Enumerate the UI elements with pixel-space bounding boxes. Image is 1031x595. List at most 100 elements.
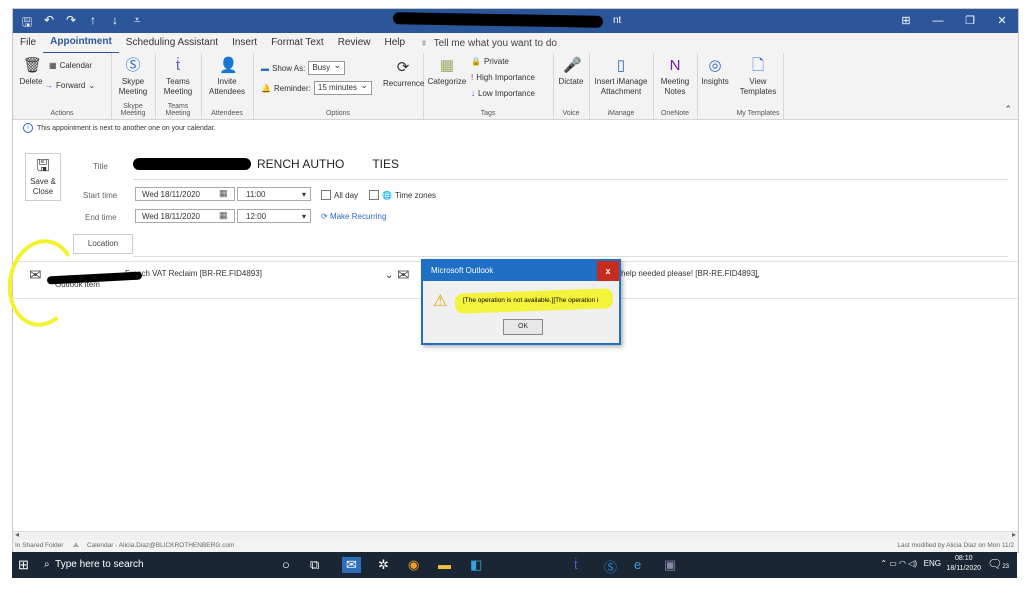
chevron-down-icon[interactable]: ⌄ xyxy=(753,270,761,281)
undo-icon[interactable]: ↶ xyxy=(43,13,55,34)
edge-icon[interactable]: e xyxy=(634,557,641,572)
dialog-close-button[interactable]: x xyxy=(597,261,619,281)
tab-scheduling-assistant[interactable]: Scheduling Assistant xyxy=(119,33,225,53)
teams-meeting-button[interactable]: ṫ Teams Meeting xyxy=(159,57,197,97)
attachment-item[interactable]: ✉ French VAT Reclaim [BR-RE.FID4893] Out… xyxy=(29,266,399,289)
recurrence-button[interactable]: ⟳ Recurrence xyxy=(383,59,425,89)
save-close-icon: 🖫 xyxy=(36,158,50,175)
envelope-icon: ✉ xyxy=(397,267,410,284)
reminder-select[interactable]: 15 minutes xyxy=(313,79,373,95)
language-indicator[interactable]: ENG xyxy=(924,559,941,568)
system-tray-icons[interactable]: ⌃ ▭ ◠ ◁) xyxy=(880,559,917,568)
make-recurring-link[interactable]: ⟳ Make Recurring xyxy=(321,212,386,221)
insights-label: Insights xyxy=(701,77,729,86)
tab-file[interactable]: File xyxy=(13,33,43,53)
trash-icon: 🗑 xyxy=(23,57,43,74)
group-insights: ◎ Insights xyxy=(697,53,733,119)
up-arrow-icon[interactable]: ↑ xyxy=(87,13,99,34)
tab-appointment[interactable]: Appointment xyxy=(43,32,119,54)
group-label-skype: Skype Meeting xyxy=(120,103,146,117)
start-time-field[interactable]: 11:00 xyxy=(237,187,311,202)
tab-format-text[interactable]: Format Text xyxy=(264,33,331,53)
skype-meeting-button[interactable]: Ⓢ Skype Meeting xyxy=(115,57,151,97)
restore-button[interactable]: ❐ xyxy=(954,9,986,33)
windows-start-icon[interactable]: ⊞ xyxy=(18,557,29,573)
task-view-icon[interactable]: ⧉ xyxy=(310,557,319,573)
microphone-icon: 🎤 xyxy=(563,57,582,74)
scroll-right-icon[interactable]: ▸ xyxy=(1012,530,1016,539)
close-button[interactable]: ✕ xyxy=(986,9,1018,33)
file-explorer-icon[interactable]: ▬ xyxy=(438,557,451,572)
end-time-field[interactable]: 12:00 xyxy=(237,209,311,224)
notification-icon[interactable]: 🗨23 xyxy=(987,557,1009,571)
dialog-title: Microsoft Outlook xyxy=(423,261,619,281)
skype-taskbar-icon[interactable]: Ⓢ xyxy=(604,557,617,576)
group-teams: ṫ Teams Meeting Teams Meeting xyxy=(155,53,202,119)
group-label-tags: Tags xyxy=(480,110,496,117)
save-icon[interactable]: 🖫 xyxy=(21,13,33,34)
taskbar: ⊞ ⌕ Type here to search ○ ⧉ ✉ ✲ ◉ ▬ ◧ ṫ … xyxy=(12,552,1017,578)
teams-taskbar-icon[interactable]: ṫ xyxy=(574,557,578,572)
private-label: Private xyxy=(483,57,509,66)
categorize-button[interactable]: ▦ Categorize xyxy=(427,57,467,87)
low-importance-button[interactable]: ↓ Low Importance xyxy=(471,89,535,98)
high-importance-button[interactable]: ! High Importance xyxy=(471,73,535,82)
lock-icon: 🔒 xyxy=(471,57,481,66)
show-as-icon: ▬ xyxy=(261,63,269,73)
taskbar-search[interactable]: ⌕ Type here to search xyxy=(44,556,264,574)
app-icon[interactable]: ◧ xyxy=(470,557,482,573)
customize-icon[interactable]: ⩡ xyxy=(131,13,143,34)
calendar-picker-icon[interactable]: ▦ xyxy=(219,210,228,221)
scroll-left-icon[interactable]: ◂ xyxy=(15,530,19,539)
horizontal-scrollbar[interactable]: ◂ ▸ xyxy=(13,530,1018,540)
tab-review[interactable]: Review xyxy=(331,33,378,53)
collapse-ribbon-icon[interactable]: ⌃ xyxy=(1004,104,1012,115)
add-person-icon: 👤 xyxy=(219,57,238,74)
dictate-label: Dictate xyxy=(558,77,584,86)
app-icon[interactable]: ✲ xyxy=(378,557,389,573)
recurrence-label: Recurrence xyxy=(383,79,425,88)
invite-attendees-button[interactable]: 👤 Invite Attendees xyxy=(207,57,247,97)
show-as-select[interactable]: Busy xyxy=(308,59,346,75)
location-button[interactable]: Location xyxy=(73,234,133,254)
make-recurring-label: Make Recurring xyxy=(329,212,387,221)
calendar-button[interactable]: ▦ Calendar xyxy=(49,61,92,70)
down-arrow-icon[interactable]: ↓ xyxy=(109,13,121,34)
dialog-message: [The operation is not available.][The op… xyxy=(463,297,599,304)
ok-button[interactable]: OK xyxy=(503,319,543,335)
insights-button[interactable]: ◎ Insights xyxy=(699,57,731,87)
save-close-label: Save & Close xyxy=(30,177,56,196)
redaction-mark xyxy=(133,158,251,170)
all-day-checkbox[interactable]: All day xyxy=(321,190,358,200)
info-message: This appointment is next to another one … xyxy=(37,124,216,132)
tab-insert[interactable]: Insert xyxy=(225,33,264,53)
forward-button[interactable]: → Forward ⌄ xyxy=(45,81,95,90)
private-button[interactable]: 🔒 Private xyxy=(471,57,509,66)
title-tail: TIES xyxy=(372,157,400,171)
title-bar: 🖫 ↶ ↷ ↑ ↓ ⩡ nt ⊞ — ❐ ✕ xyxy=(13,9,1018,33)
time-zones-checkbox[interactable]: 🌐 Time zones xyxy=(369,190,436,200)
meeting-notes-button[interactable]: N Meeting Notes xyxy=(657,57,693,97)
redo-icon[interactable]: ↷ xyxy=(65,13,77,34)
app-icon[interactable]: ▣ xyxy=(664,557,676,573)
group-actions: 🗑 Delete ▦ Calendar → Forward ⌄ Actions xyxy=(13,53,112,119)
delete-button[interactable]: 🗑 Delete xyxy=(19,57,43,87)
insert-imanage-button[interactable]: ▯ Insert iManage Attachment xyxy=(593,57,649,97)
lightbulb-icon: ♀ xyxy=(420,37,428,49)
ribbon-display-icon[interactable]: ⊞ xyxy=(890,9,922,33)
view-templates-button[interactable]: 🗋 View Templates xyxy=(737,57,779,97)
minimize-button[interactable]: — xyxy=(922,9,954,33)
outlook-taskbar-icon[interactable]: ✉ xyxy=(342,557,361,573)
chrome-icon[interactable]: ◉ xyxy=(408,557,419,573)
clock[interactable]: 08:10 18/11/2020 xyxy=(946,554,981,574)
chevron-down-icon[interactable]: ⌄ xyxy=(385,270,393,281)
calendar-picker-icon[interactable]: ▦ xyxy=(219,188,228,199)
dictate-button[interactable]: 🎤 Dictate xyxy=(555,57,587,87)
cortana-icon[interactable]: ○ xyxy=(282,557,290,572)
location-underline xyxy=(133,256,1008,257)
tell-me-search[interactable]: Tell me what you want to do xyxy=(434,38,557,49)
title-underline xyxy=(133,179,1008,180)
group-label-attendees: Attendees xyxy=(211,110,243,117)
tab-help[interactable]: Help xyxy=(377,33,412,53)
save-close-button[interactable]: 🖫 Save & Close xyxy=(25,153,61,201)
